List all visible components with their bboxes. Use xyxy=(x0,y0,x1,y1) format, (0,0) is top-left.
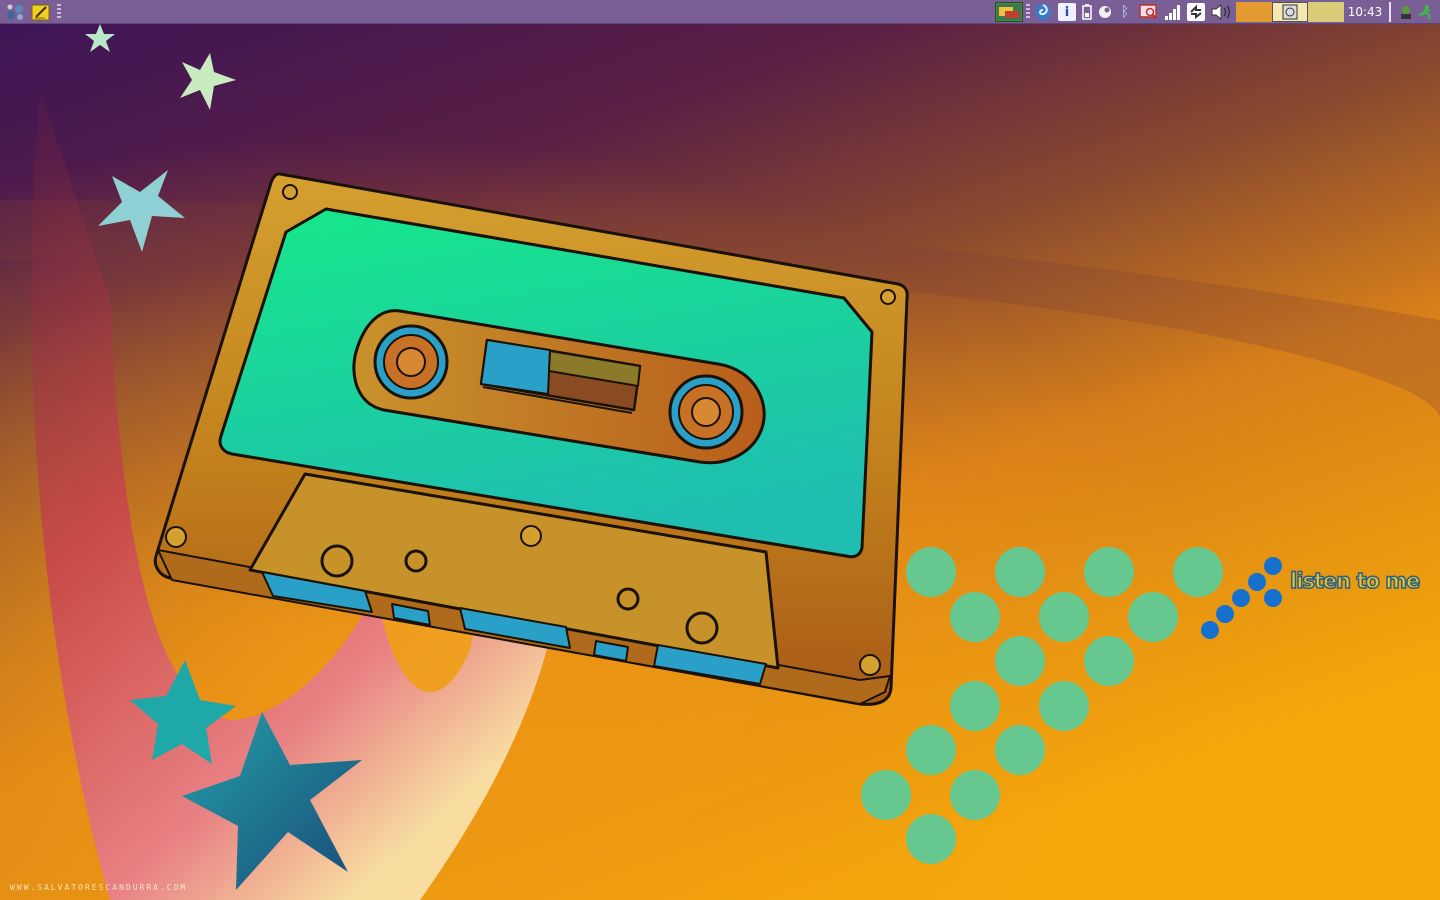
user-icon xyxy=(1401,6,1411,19)
user-tray-button[interactable] xyxy=(1397,3,1415,21)
signal-tray-button[interactable] xyxy=(1164,3,1182,21)
sync-icon xyxy=(1190,4,1202,20)
wallpaper-watermark: WWW.SALVATORESCANDURRA.COM xyxy=(10,883,188,892)
volume-tray-button[interactable] xyxy=(1210,3,1232,21)
workspace-2[interactable] xyxy=(1272,2,1308,22)
sync-tray-button[interactable] xyxy=(1187,3,1205,21)
desktop: listen to me WWW.SALVATORESCANDURRA.COM xyxy=(0,0,1440,900)
browser-swirl-icon xyxy=(1035,4,1051,20)
signal-bars-icon xyxy=(1165,5,1180,20)
browser-tray-button[interactable] xyxy=(1034,3,1052,21)
wallpaper xyxy=(0,0,1440,900)
search-monitor-icon xyxy=(1139,4,1157,19)
screenshot-icon xyxy=(997,4,1021,20)
battery-icon xyxy=(1082,4,1092,20)
battery-tray-button[interactable] xyxy=(1080,3,1094,21)
notes-launcher-button[interactable] xyxy=(30,2,52,22)
app-menu-button[interactable] xyxy=(3,2,27,22)
workspace-1[interactable] xyxy=(1236,2,1272,22)
bluetooth-icon: ᛒ xyxy=(1120,4,1130,20)
notes-icon xyxy=(31,4,50,21)
search-monitor-tray-button[interactable] xyxy=(1139,3,1159,21)
app-menu-icon xyxy=(7,4,23,20)
bluetooth-tray-button[interactable]: ᛒ xyxy=(1116,3,1134,21)
network-status-icon xyxy=(1099,6,1111,18)
clock[interactable]: 10:43 xyxy=(1344,0,1386,24)
wallpaper-tagline: listen to me xyxy=(1289,568,1421,594)
panel-separator xyxy=(1389,2,1391,22)
top-panel: i ᛒ 10:43 xyxy=(0,0,1440,24)
panel-handle[interactable] xyxy=(1026,4,1030,20)
info-icon: i xyxy=(1064,4,1070,20)
volume-icon xyxy=(1211,3,1230,21)
info-tray-button[interactable]: i xyxy=(1058,3,1076,21)
network-status-tray-button[interactable] xyxy=(1096,3,1114,21)
window-thumbnail-icon xyxy=(1282,4,1298,20)
runner-tray-button[interactable] xyxy=(1416,3,1434,21)
workspace-3[interactable] xyxy=(1308,2,1344,22)
screenshot-tray-button[interactable] xyxy=(995,2,1023,22)
panel-handle[interactable] xyxy=(57,4,61,20)
runner-icon xyxy=(1418,5,1431,20)
